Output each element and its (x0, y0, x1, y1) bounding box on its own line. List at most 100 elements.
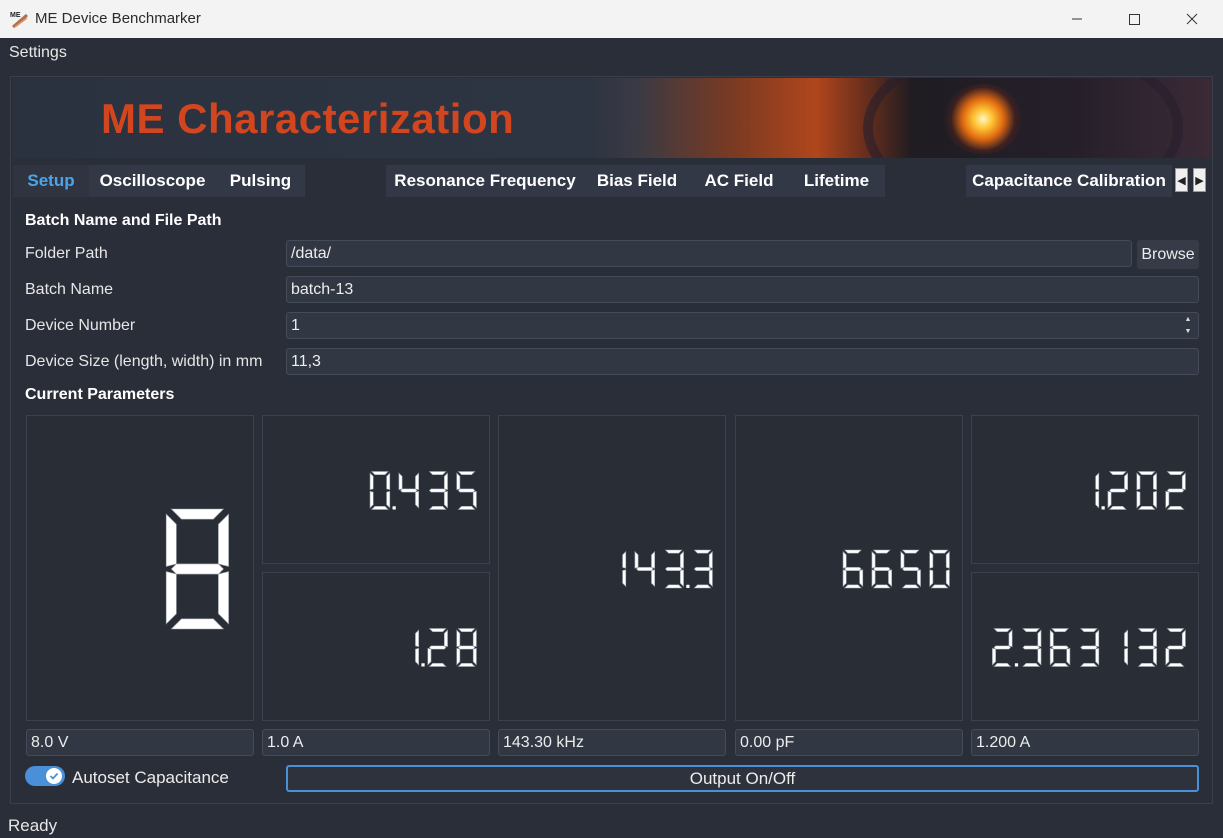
lcd-segment (1137, 628, 1156, 633)
bias-top-lcd (971, 415, 1199, 564)
minimize-button[interactable] (1050, 0, 1104, 38)
window-title: ME Device Benchmarker (35, 10, 201, 27)
lcd-segment (901, 567, 920, 571)
browse-button[interactable]: Browse (1137, 240, 1199, 269)
device-number-label: Device Number (25, 317, 136, 334)
lcd-segment (871, 550, 876, 569)
lcd-segment (428, 471, 447, 476)
lcd-segment (427, 647, 432, 666)
lcd-segment (1165, 490, 1170, 509)
output-toggle-button[interactable]: Output On/Off (286, 765, 1199, 792)
autoset-capacitance-toggle[interactable] (25, 766, 65, 786)
voltage-value-field[interactable]: 8.0 V (26, 729, 254, 756)
lcd-segment (901, 549, 920, 554)
batch-name-input[interactable]: batch-13 (286, 276, 1199, 303)
lcd-segment (1095, 629, 1100, 648)
tab-bias-field[interactable]: Bias Field (584, 165, 690, 197)
current-top-lcd (262, 415, 490, 564)
lcd-segment (1124, 472, 1128, 491)
folder-path-input[interactable]: /data/ (286, 240, 1132, 267)
stepper-up-icon[interactable]: ▲ (1180, 314, 1196, 326)
lcd-segment (456, 629, 461, 648)
lcd-segment (680, 550, 684, 569)
lcd-digits (1095, 471, 1186, 510)
lcd-segment (1137, 471, 1156, 476)
capacitance-value-field[interactable]: 0.00 pF (735, 729, 963, 756)
tab-lifetime[interactable]: Lifetime (788, 165, 885, 197)
lcd-segment (708, 569, 713, 588)
lcd-segment (1051, 662, 1070, 667)
tab-oscilloscope[interactable]: Oscilloscope (89, 165, 216, 197)
lcd-segment (386, 490, 391, 509)
lcd-segment (1166, 662, 1185, 667)
lcd-segment (900, 550, 905, 569)
stepper-down-icon[interactable]: ▼ (1180, 326, 1196, 338)
device-size-input[interactable]: 11,3 (286, 348, 1199, 375)
lcd-segment (1037, 629, 1042, 648)
lcd-segment (651, 550, 655, 569)
close-button[interactable] (1165, 0, 1219, 38)
lcd-segment (1153, 490, 1157, 509)
lcd-segment (1037, 647, 1042, 666)
lcd-segment (1079, 628, 1098, 633)
device-number-spinbox[interactable]: 1 (286, 312, 1199, 339)
lcd-digits (842, 549, 950, 589)
frequency-value-field[interactable]: 143.30 kHz (498, 729, 726, 756)
lcd-digits (992, 628, 1186, 667)
lcd-segment (1107, 490, 1112, 509)
tab-ac-field[interactable]: AC Field (690, 165, 788, 197)
tab-capacitance-calibration[interactable]: Capacitance Calibration (966, 165, 1172, 197)
lcd-digits (165, 508, 229, 630)
lcd-segment (634, 550, 639, 569)
tab-setup[interactable]: Setup (13, 165, 89, 197)
banner-title: ME Characterization (101, 95, 515, 142)
tab-resonance-frequency[interactable]: Resonance Frequency (386, 165, 584, 197)
lcd-segment (165, 571, 177, 625)
lcd-segment (888, 569, 892, 588)
lcd-segment (472, 490, 477, 509)
menu-settings[interactable]: Settings (9, 44, 67, 62)
lcd-segment (842, 569, 847, 588)
lcd-segment (1051, 628, 1070, 633)
bias-current-value-field[interactable]: 1.200 A (971, 729, 1199, 756)
lcd-segment (415, 490, 419, 509)
lcd-segment (1166, 488, 1185, 493)
lcd-segment (1108, 505, 1127, 510)
menu-bar: Settings (0, 38, 1223, 68)
tab-pulsing[interactable]: Pulsing (216, 165, 305, 197)
lcd-segment (1124, 629, 1128, 648)
lcd-segment (457, 488, 476, 493)
lcd-segment (871, 569, 876, 588)
lcd-segment (444, 629, 448, 648)
lcd-segment (993, 662, 1012, 667)
lcd-segment (664, 567, 683, 571)
lcd-segment (444, 490, 448, 509)
lcd-segment (457, 628, 476, 633)
app-icon: ME (9, 9, 29, 29)
lcd-segment (1051, 645, 1069, 650)
current-value-field[interactable]: 1.0 A (262, 729, 490, 756)
lcd-segment (1137, 662, 1156, 667)
lcd-segment (428, 505, 447, 510)
lcd-segment (945, 569, 950, 588)
lcd-segment (1181, 472, 1186, 491)
maximize-button[interactable] (1107, 0, 1161, 38)
lcd-segment (1181, 629, 1186, 648)
lcd-segment (929, 550, 934, 569)
lcd-segment (428, 645, 447, 650)
lcd-segment (170, 618, 225, 630)
lcd-segment (693, 567, 712, 571)
lcd-segment (693, 549, 712, 554)
lcd-segment (1022, 662, 1041, 667)
lcd-segment (1153, 472, 1157, 491)
lcd-segment (472, 629, 477, 648)
tab-scroll-left-icon[interactable]: ◀ (1175, 168, 1188, 192)
lcd-segment (1095, 472, 1100, 491)
check-icon (49, 772, 59, 780)
lcd-segment (1095, 647, 1100, 666)
lcd-segment (415, 647, 419, 666)
tab-scroll-right-icon[interactable]: ▶ (1193, 168, 1206, 192)
device-number-stepper[interactable]: ▲ ▼ (1180, 314, 1196, 339)
lcd-segment (472, 647, 477, 666)
lcd-segment (664, 549, 683, 554)
